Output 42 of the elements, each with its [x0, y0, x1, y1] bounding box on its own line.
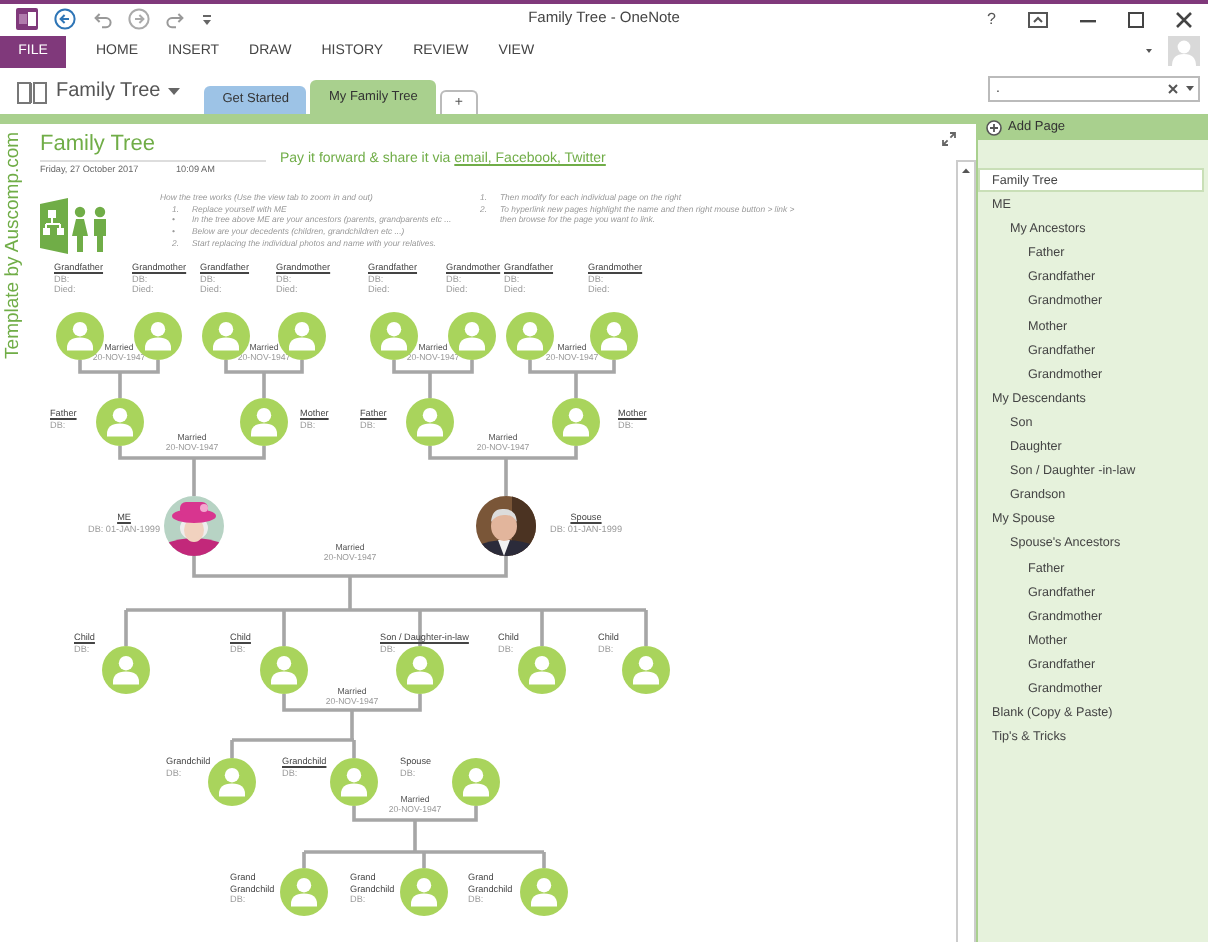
avatar-icon[interactable] [396, 646, 444, 694]
clear-icon[interactable] [1168, 84, 1178, 94]
avatar-icon[interactable] [452, 758, 500, 806]
avatar-icon[interactable] [330, 758, 378, 806]
connector-line [392, 358, 474, 400]
avatar-icon[interactable] [520, 868, 568, 916]
redo-icon[interactable] [166, 9, 186, 29]
customize-menu-icon[interactable] [202, 13, 212, 25]
avatar-icon[interactable] [406, 398, 454, 446]
caret-icon[interactable] [1186, 86, 1194, 92]
avatar-icon[interactable] [260, 646, 308, 694]
avatar-icon[interactable] [102, 646, 150, 694]
page-title: Family Tree [40, 132, 155, 156]
undo-icon[interactable] [92, 9, 112, 29]
avatar-icon[interactable] [240, 398, 288, 446]
avatar-icon[interactable] [552, 398, 600, 446]
account-icon[interactable] [1168, 36, 1200, 66]
dropdown-icon[interactable] [1146, 48, 1152, 54]
scroll-bar[interactable] [956, 160, 976, 942]
app-logo-icon[interactable] [16, 8, 38, 30]
back-icon[interactable] [54, 8, 76, 30]
avatar-icon[interactable] [518, 646, 566, 694]
side-text: Template by Auscomp.com [2, 132, 26, 360]
add-icon [986, 119, 1002, 135]
ribbon-display-icon[interactable] [1028, 11, 1048, 27]
expand-icon[interactable] [942, 132, 956, 146]
avatar-icon[interactable] [400, 868, 448, 916]
connector-line [224, 358, 304, 400]
connector-line [528, 358, 616, 400]
avatar-icon[interactable] [208, 758, 256, 806]
family-icon [40, 198, 112, 254]
notebook-icon[interactable] [16, 80, 48, 104]
avatar-icon[interactable] [622, 646, 670, 694]
help-button[interactable]: ? [987, 9, 996, 29]
close-icon[interactable] [1176, 11, 1192, 27]
caret-icon[interactable] [168, 88, 181, 96]
avatar-icon[interactable] [280, 868, 328, 916]
maximize-icon[interactable] [1128, 11, 1144, 27]
connector-line [78, 358, 160, 400]
forward-icon[interactable] [128, 8, 150, 30]
avatar-icon[interactable] [96, 398, 144, 446]
notebook-name[interactable]: Family Tree [56, 80, 161, 104]
